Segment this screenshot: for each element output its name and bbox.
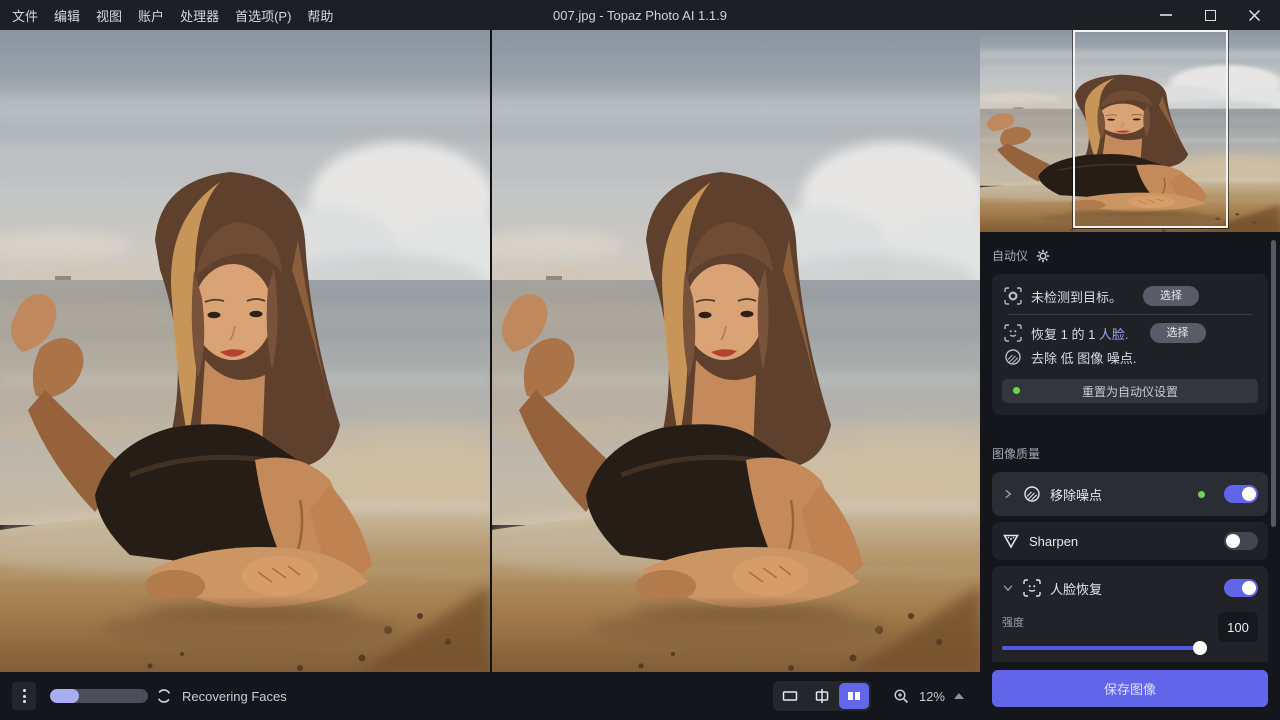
kebab-icon	[23, 689, 26, 692]
chevron-right-icon	[1002, 488, 1014, 500]
denoise-active-dot	[1198, 491, 1205, 498]
face-select-button[interactable]: 选择	[1150, 323, 1206, 343]
menu-bar: 文件 编辑 视图 账户 处理器 首选项(P) 帮助	[0, 6, 333, 25]
face-link[interactable]: 人脸.	[1099, 327, 1129, 342]
strength-slider[interactable]	[1002, 641, 1206, 655]
after-photo	[492, 30, 980, 672]
menu-view[interactable]: 视图	[96, 6, 122, 25]
subject-select-button[interactable]: 选择	[1143, 286, 1199, 306]
settings-panel: 自动仪 未检测到目标。	[980, 232, 1280, 662]
slider-thumb[interactable]	[1193, 641, 1207, 655]
denoise-label: 移除噪点	[1050, 485, 1189, 504]
menu-edit[interactable]: 编辑	[54, 6, 80, 25]
face-recovery-header[interactable]: 人脸恢复	[992, 566, 1268, 610]
side-by-side-view-icon	[845, 689, 863, 703]
split-view-icon	[813, 688, 831, 704]
zoom-dropdown-icon[interactable]	[954, 693, 964, 699]
view-mode-group	[773, 681, 871, 711]
title-bar: 文件 编辑 视图 账户 处理器 首选项(P) 帮助 007.jpg - Topa…	[0, 0, 1280, 30]
autopilot-title: 自动仪	[992, 247, 1028, 264]
split-view-button[interactable]	[807, 683, 837, 709]
autopilot-header: 自动仪	[992, 247, 1268, 264]
single-view-icon	[781, 689, 799, 703]
strength-value[interactable]: 100	[1218, 612, 1258, 642]
menu-help[interactable]: 帮助	[307, 6, 333, 25]
zoom-control: 12%	[893, 688, 964, 705]
noise-detect-icon	[1004, 348, 1022, 366]
spinner-icon	[156, 688, 172, 704]
sharpen-toggle[interactable]	[1224, 532, 1258, 550]
sharpen-icon	[1002, 532, 1020, 550]
green-status-dot	[1013, 387, 1020, 394]
image-after-pane[interactable]	[492, 30, 980, 672]
zoom-level-value[interactable]: 12%	[919, 689, 945, 704]
before-photo	[0, 30, 490, 672]
status-menu-button[interactable]	[12, 682, 36, 710]
noise-detect-text: 去除 低 图像 噪点.	[1031, 348, 1136, 367]
face-detect-text: 恢复 1 的 1 人脸.	[1031, 324, 1129, 343]
denoise-card: 移除噪点	[992, 472, 1268, 516]
denoise-toggle[interactable]	[1224, 485, 1258, 503]
denoise-icon	[1023, 485, 1041, 503]
right-panel: 自动仪 未检测到目标。	[980, 30, 1280, 720]
autopilot-card: 未检测到目标。 选择 恢复 1 的 1 人脸. 选择	[992, 274, 1268, 415]
subject-detect-text: 未检测到目标。	[1031, 287, 1122, 306]
face-recovery-icon	[1023, 579, 1041, 597]
denoise-header[interactable]: 移除噪点	[992, 472, 1268, 516]
gear-icon[interactable]	[1036, 249, 1050, 263]
image-canvas	[0, 30, 980, 672]
progress-fill	[50, 689, 79, 703]
card-divider	[1008, 314, 1252, 315]
progress-bar	[50, 689, 148, 703]
maximize-button[interactable]	[1188, 0, 1232, 30]
status-bar: Recovering Faces	[0, 672, 980, 720]
autopilot-subject-row: 未检测到目标。 选择	[1002, 284, 1258, 308]
sharpen-card: Sharpen	[992, 522, 1268, 560]
strength-label: 强度	[1002, 614, 1206, 630]
sharpen-header[interactable]: Sharpen	[992, 522, 1268, 560]
menu-processor[interactable]: 处理器	[180, 6, 219, 25]
save-image-button[interactable]: 保存图像	[992, 670, 1268, 707]
progress-status-text: Recovering Faces	[182, 689, 287, 704]
maximize-icon	[1205, 10, 1216, 21]
image-quality-title: 图像质量	[992, 445, 1040, 462]
panel-scrollbar[interactable]	[1271, 240, 1276, 527]
navigator-thumbnail[interactable]	[980, 30, 1280, 232]
close-button[interactable]	[1232, 0, 1276, 30]
autopilot-noise-row: 去除 低 图像 噪点.	[1002, 345, 1258, 369]
face-recovery-body: 强度 100 1人脸选择 选择	[992, 610, 1268, 662]
minimize-button[interactable]	[1144, 0, 1188, 30]
menu-preferences[interactable]: 首选项(P)	[235, 6, 291, 25]
face-recovery-toggle[interactable]	[1224, 579, 1258, 597]
sharpen-label: Sharpen	[1029, 534, 1215, 549]
menu-account[interactable]: 账户	[138, 6, 164, 25]
face-recovery-card: 人脸恢复 强度 100	[992, 566, 1268, 662]
face-detect-icon	[1004, 324, 1022, 342]
close-icon	[1248, 9, 1261, 22]
window-controls	[1144, 0, 1280, 30]
save-area: 保存图像	[980, 662, 1280, 720]
zoom-in-icon[interactable]	[893, 688, 910, 705]
subject-detect-icon	[1004, 287, 1022, 305]
window-title: 007.jpg - Topaz Photo AI 1.1.9	[553, 8, 727, 23]
navigator-viewport[interactable]	[1073, 30, 1228, 228]
side-by-side-view-button[interactable]	[839, 683, 869, 709]
chevron-down-icon	[1002, 582, 1014, 594]
minimize-icon	[1160, 14, 1172, 16]
reset-autopilot-button[interactable]: 重置为自动仪设置	[1002, 379, 1258, 403]
menu-file[interactable]: 文件	[12, 6, 38, 25]
face-recovery-label: 人脸恢复	[1050, 579, 1215, 598]
autopilot-face-row: 恢复 1 的 1 人脸. 选择	[1002, 321, 1258, 345]
single-view-button[interactable]	[775, 683, 805, 709]
image-quality-header: 图像质量	[992, 445, 1268, 462]
image-before-pane[interactable]	[0, 30, 490, 672]
